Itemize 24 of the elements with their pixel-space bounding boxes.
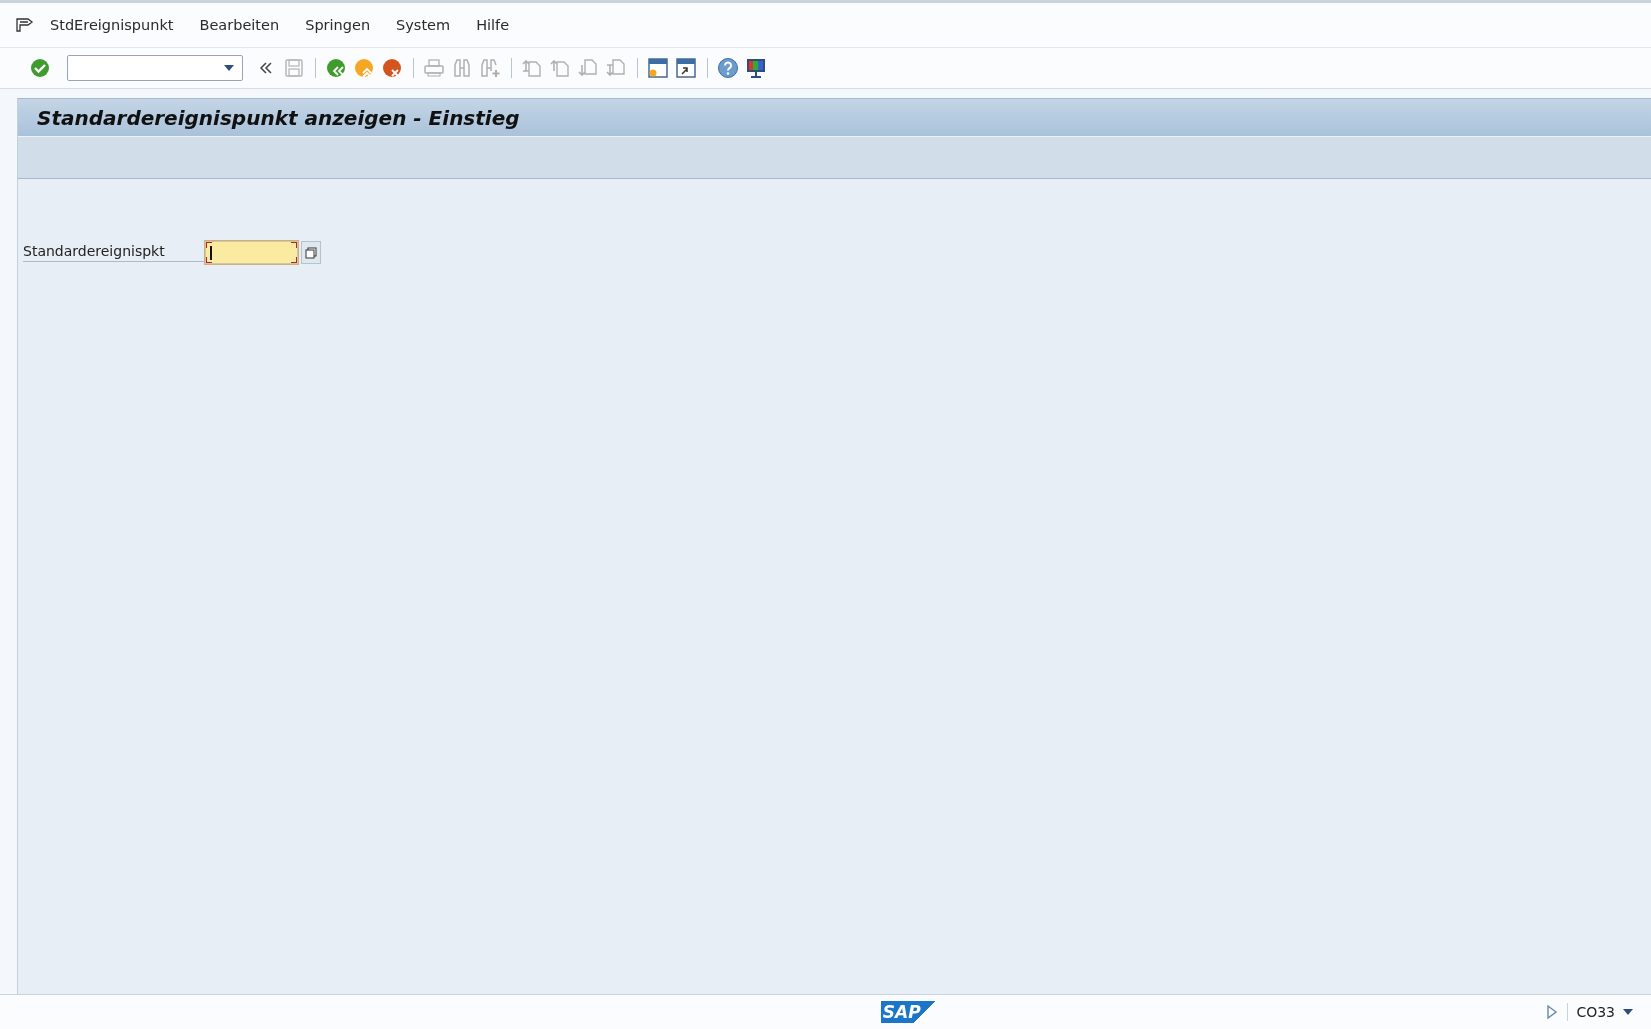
shortcut-window-icon[interactable] (675, 57, 697, 79)
check-icon[interactable] (29, 57, 51, 79)
caret-icon[interactable] (1623, 1009, 1633, 1015)
sap-logo: SAP (880, 1001, 937, 1023)
cancel-icon[interactable] (381, 57, 403, 79)
command-field[interactable] (67, 55, 243, 81)
copy-icon (305, 246, 317, 259)
caret-icon[interactable] (224, 65, 234, 71)
menu-item[interactable]: Springen (305, 17, 371, 33)
help-icon[interactable] (717, 57, 739, 79)
back-icon[interactable] (325, 57, 347, 79)
value-help-button[interactable] (301, 241, 321, 264)
monitor-icon[interactable] (745, 57, 767, 79)
menu-item[interactable]: StdEreignispunkt (50, 17, 174, 33)
screen-title: Standardereignispunkt anzeigen - Einstieg (37, 105, 520, 130)
triangle-icon[interactable] (1547, 1005, 1558, 1019)
menu-item[interactable]: Bearbeiten (199, 17, 280, 33)
exit-icon[interactable] (353, 57, 375, 79)
input-field[interactable] (205, 241, 298, 264)
menu-item[interactable]: System (396, 17, 451, 33)
system-menu-icon[interactable] (16, 17, 34, 33)
transaction-code[interactable]: CO33 (1576, 1004, 1615, 1020)
new-window-icon[interactable] (647, 57, 669, 79)
menu-item[interactable]: Hilfe (476, 17, 510, 33)
